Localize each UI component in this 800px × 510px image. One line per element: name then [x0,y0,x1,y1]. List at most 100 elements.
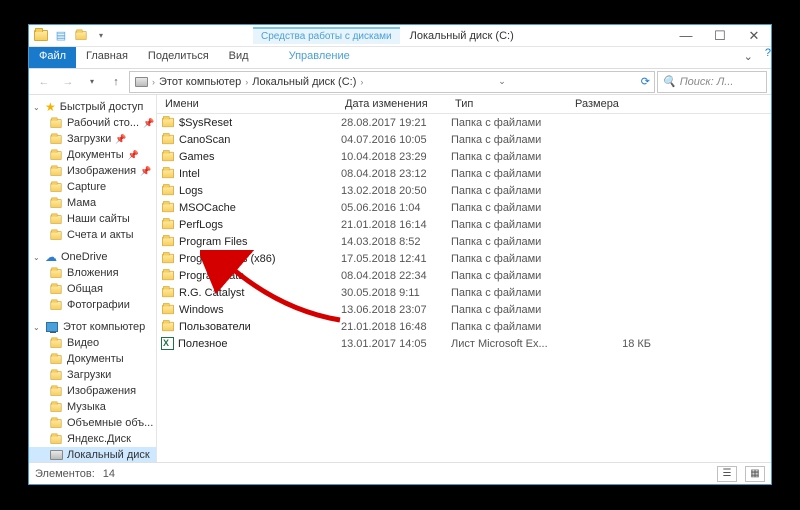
file-row[interactable]: Полезное 13.01.2017 14:05 Лист Microsoft… [157,335,771,352]
sidebar-item[interactable]: Вложения [29,265,156,281]
folder-icon [49,116,63,130]
file-name: Logs [179,185,203,197]
breadcrumb-thispc[interactable]: Этот компьютер [159,76,241,88]
sidebar-item[interactable]: Изображения📌 [29,163,156,179]
file-type: Лист Microsoft Ex... [451,338,571,350]
sidebar-item[interactable]: Музыка [29,399,156,415]
tab-view[interactable]: Вид [219,47,259,68]
chevron-down-icon: ⌄ [33,103,41,112]
close-button[interactable]: ✕ [737,25,771,47]
folder-icon [162,322,174,331]
file-row[interactable]: Intel 08.04.2018 23:12 Папка с файлами [157,165,771,182]
file-type: Папка с файлами [451,219,571,231]
sidebar-item-label: Загрузки [67,369,111,381]
folder-icon [49,298,63,312]
sidebar-item[interactable]: Объемные объ... [29,415,156,431]
tab-home[interactable]: Главная [76,47,138,68]
minimize-button[interactable]: ― [669,25,703,47]
breadcrumb-drive[interactable]: Локальный диск (C:) [252,76,356,88]
folder-icon [162,135,174,144]
column-header-size[interactable]: Размера [571,98,651,110]
file-row[interactable]: Program Files 14.03.2018 8:52 Папка с фа… [157,233,771,250]
column-header-type[interactable]: Тип [451,98,571,110]
folder-icon [49,180,63,194]
drive-icon [49,448,63,462]
file-name: Полезное [178,338,227,350]
tab-file[interactable]: Файл [29,47,76,68]
column-header-name[interactable]: Имени [161,98,341,110]
sidebar-item[interactable]: Документы📌 [29,147,156,163]
file-row[interactable]: ProgramData 08.04.2018 22:34 Папка с фай… [157,267,771,284]
sidebar-item[interactable]: Общая [29,281,156,297]
nav-up-button[interactable]: ↑ [105,71,127,93]
maximize-button[interactable]: ☐ [703,25,737,47]
search-input[interactable]: 🔍 Поиск: Л... [657,71,767,93]
sidebar-item[interactable]: Фотографии [29,297,156,313]
folder-icon [49,196,63,210]
file-list[interactable]: $SysReset 28.08.2017 19:21 Папка с файла… [157,114,771,462]
file-row[interactable]: CanoScan 04.07.2016 10:05 Папка с файлам… [157,131,771,148]
column-header-date[interactable]: Дата изменения [341,98,451,110]
tab-share[interactable]: Поделиться [138,47,219,68]
pc-icon [45,320,59,334]
sidebar-item[interactable]: Мама [29,195,156,211]
qat-newfolder-icon[interactable] [73,28,89,44]
sidebar-header-quickaccess[interactable]: ⌄ ★ Быстрый доступ [29,99,156,115]
qat-dropdown-icon[interactable]: ▾ [93,28,109,44]
file-row[interactable]: Пользователи 21.01.2018 16:48 Папка с фа… [157,318,771,335]
address-dropdown-icon[interactable]: ⌄ [498,76,506,87]
explorer-window: ▤ ▾ Средства работы с дисками Локальный … [28,24,772,485]
sidebar-item-label: Capture [67,181,106,193]
file-date: 30.05.2018 9:11 [341,287,451,299]
sidebar-item[interactable]: Счета и акты [29,227,156,243]
sidebar-item[interactable]: Рабочий сто...📌 [29,115,156,131]
file-type: Папка с файлами [451,253,571,265]
chevron-right-icon[interactable]: › [152,77,155,87]
sidebar-item[interactable]: Загрузки📌 [29,131,156,147]
qat-properties-icon[interactable]: ▤ [53,28,69,44]
folder-icon [49,368,63,382]
sidebar-item[interactable]: Яндекс.Диск [29,431,156,447]
sidebar-item[interactable]: Загрузки [29,367,156,383]
file-row[interactable]: Program Files (x86) 17.05.2018 12:41 Пап… [157,250,771,267]
file-type: Папка с файлами [451,134,571,146]
sidebar-item[interactable]: Наши сайты [29,211,156,227]
pin-icon: 📌 [143,118,154,129]
file-row[interactable]: Windows 13.06.2018 23:07 Папка с файлами [157,301,771,318]
sidebar-item[interactable]: Документы [29,351,156,367]
sidebar-item[interactable]: Локальный диск [29,447,156,462]
sidebar-item-label: Наши сайты [67,213,130,225]
file-row[interactable]: MSOCache 05.06.2016 1:04 Папка с файлами [157,199,771,216]
file-name: PerfLogs [179,219,223,231]
sidebar-item[interactable]: Capture [29,179,156,195]
nav-recent-dropdown[interactable]: ▾ [81,71,103,93]
ribbon-expand-button[interactable]: ⌄ [736,47,761,68]
sidebar-header-onedrive[interactable]: ⌄ ☁ OneDrive [29,249,156,265]
file-row[interactable]: $SysReset 28.08.2017 19:21 Папка с файла… [157,114,771,131]
nav-back-button[interactable]: ← [33,71,55,93]
file-row[interactable]: Logs 13.02.2018 20:50 Папка с файлами [157,182,771,199]
chevron-down-icon: ⌄ [33,323,41,332]
help-icon[interactable]: ? [765,47,771,68]
chevron-right-icon[interactable]: › [360,77,363,87]
refresh-icon[interactable]: ⟳ [641,75,650,88]
sidebar-item-label: Яндекс.Диск [67,433,131,445]
sidebar-item[interactable]: Видео [29,335,156,351]
sidebar-item[interactable]: Изображения [29,383,156,399]
pin-icon: 📌 [115,134,126,145]
tab-manage[interactable]: Управление [279,47,360,68]
folder-icon [162,152,174,161]
file-row[interactable]: PerfLogs 21.01.2018 16:14 Папка с файлам… [157,216,771,233]
nav-forward-button[interactable]: → [57,71,79,93]
folder-icon [162,254,174,263]
sidebar-header-thispc[interactable]: ⌄ Этот компьютер [29,319,156,335]
file-row[interactable]: R.G. Catalyst 30.05.2018 9:11 Папка с фа… [157,284,771,301]
chevron-right-icon[interactable]: › [245,77,248,87]
address-row: ← → ▾ ↑ › Этот компьютер › Локальный дис… [29,69,771,95]
pin-icon: 📌 [140,166,151,177]
view-details-button[interactable]: ☰ [717,466,737,482]
address-bar[interactable]: › Этот компьютер › Локальный диск (C:) ›… [129,71,655,93]
view-icons-button[interactable]: ▦ [745,466,765,482]
file-row[interactable]: Games 10.04.2018 23:29 Папка с файлами [157,148,771,165]
file-date: 13.02.2018 20:50 [341,185,451,197]
